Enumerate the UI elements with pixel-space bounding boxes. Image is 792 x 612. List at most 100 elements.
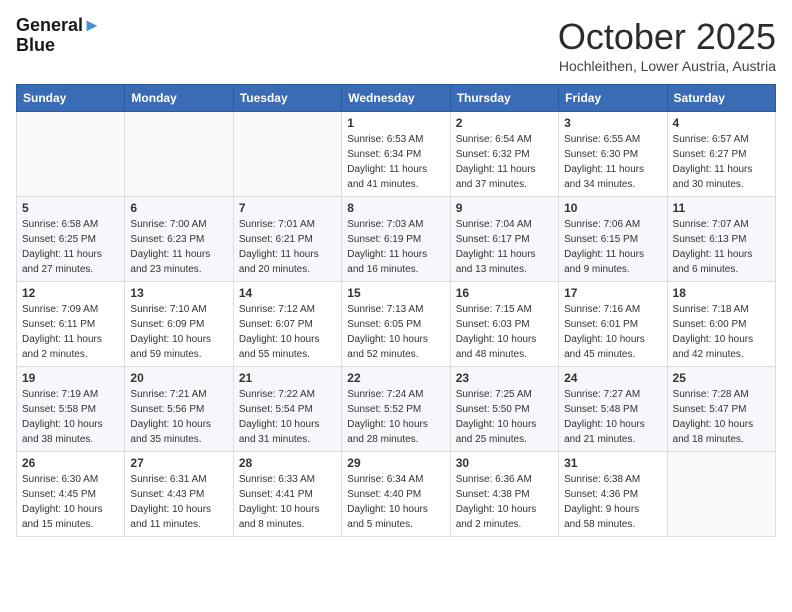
day-number: 21 — [239, 371, 336, 385]
calendar-cell: 20Sunrise: 7:21 AMSunset: 5:56 PMDayligh… — [125, 367, 233, 452]
day-number: 22 — [347, 371, 444, 385]
weekday-header-friday: Friday — [559, 85, 667, 112]
day-info: Sunrise: 6:31 AMSunset: 4:43 PMDaylight:… — [130, 472, 227, 532]
logo: General►Blue — [16, 16, 101, 56]
weekday-header-wednesday: Wednesday — [342, 85, 450, 112]
calendar-cell: 4 Sunrise: 6:57 AMSunset: 6:27 PMDaylight… — [667, 112, 775, 197]
weekday-header-monday: Monday — [125, 85, 233, 112]
day-info: Sunrise: 7:01 AMSunset: 6:21 PMDaylight:… — [239, 217, 336, 277]
day-number: 10 — [564, 201, 661, 215]
day-info: Sunrise: 7:16 AMSunset: 6:01 PMDaylight:… — [564, 302, 661, 362]
day-info: Sunrise: 7:19 AMSunset: 5:58 PMDaylight:… — [22, 387, 119, 447]
day-info: Sunrise: 7:04 AMSunset: 6:17 PMDaylight:… — [456, 217, 553, 277]
day-number: 1 — [347, 116, 444, 130]
calendar-cell: 12 Sunrise: 7:09 AMSunset: 6:11 PMDayligh… — [17, 282, 125, 367]
day-info: Sunrise: 6:57 AMSunset: 6:27 PMDaylight:… — [673, 132, 770, 192]
calendar-cell: 25 Sunrise: 7:28 AMSunset: 5:47 PMDayligh… — [667, 367, 775, 452]
day-info: Sunrise: 6:54 AMSunset: 6:32 PMDaylight:… — [456, 132, 553, 192]
day-number: 14 — [239, 286, 336, 300]
calendar-cell — [233, 112, 341, 197]
calendar-cell: 31 Sunrise: 6:38 AMSunset: 4:36 PMDayligh… — [559, 452, 667, 537]
calendar-cell: 17 Sunrise: 7:16 AMSunset: 6:01 PMDayligh… — [559, 282, 667, 367]
month-title: October 2025 — [558, 16, 776, 58]
calendar-cell: 2 Sunrise: 6:54 AMSunset: 6:32 PMDaylight… — [450, 112, 558, 197]
week-row-1: 1Sunrise: 6:53 AMSunset: 6:34 PMDaylight… — [17, 112, 776, 197]
day-info: Sunrise: 7:10 AMSunset: 6:09 PMDaylight:… — [130, 302, 227, 362]
day-number: 6 — [130, 201, 227, 215]
day-info: Sunrise: 7:27 AMSunset: 5:48 PMDaylight:… — [564, 387, 661, 447]
logo-text: General►Blue — [16, 16, 101, 56]
day-number: 27 — [130, 456, 227, 470]
day-number: 5 — [22, 201, 119, 215]
weekday-header-row: SundayMondayTuesdayWednesdayThursdayFrid… — [17, 85, 776, 112]
day-number: 28 — [239, 456, 336, 470]
week-row-3: 12 Sunrise: 7:09 AMSunset: 6:11 PMDayligh… — [17, 282, 776, 367]
day-number: 2 — [456, 116, 553, 130]
day-info: Sunrise: 7:15 AMSunset: 6:03 PMDaylight:… — [456, 302, 553, 362]
calendar-cell: 28 Sunrise: 6:33 AMSunset: 4:41 PMDayligh… — [233, 452, 341, 537]
calendar-cell: 29Sunrise: 6:34 AMSunset: 4:40 PMDayligh… — [342, 452, 450, 537]
calendar-cell: 16Sunrise: 7:15 AMSunset: 6:03 PMDayligh… — [450, 282, 558, 367]
calendar-cell: 9 Sunrise: 7:04 AMSunset: 6:17 PMDaylight… — [450, 197, 558, 282]
day-info: Sunrise: 7:03 AMSunset: 6:19 PMDaylight:… — [347, 217, 444, 277]
calendar-cell: 1Sunrise: 6:53 AMSunset: 6:34 PMDaylight… — [342, 112, 450, 197]
day-number: 19 — [22, 371, 119, 385]
calendar-cell: 3Sunrise: 6:55 AMSunset: 6:30 PMDaylight… — [559, 112, 667, 197]
calendar-cell — [125, 112, 233, 197]
day-number: 8 — [347, 201, 444, 215]
location-subtitle: Hochleithen, Lower Austria, Austria — [558, 58, 776, 74]
calendar-cell: 5 Sunrise: 6:58 AMSunset: 6:25 PMDaylight… — [17, 197, 125, 282]
day-number: 25 — [673, 371, 770, 385]
week-row-5: 26Sunrise: 6:30 AMSunset: 4:45 PMDayligh… — [17, 452, 776, 537]
title-block: October 2025 Hochleithen, Lower Austria,… — [558, 16, 776, 74]
day-info: Sunrise: 7:25 AMSunset: 5:50 PMDaylight:… — [456, 387, 553, 447]
week-row-4: 19 Sunrise: 7:19 AMSunset: 5:58 PMDayligh… — [17, 367, 776, 452]
calendar-cell: 10 Sunrise: 7:06 AMSunset: 6:15 PMDayligh… — [559, 197, 667, 282]
calendar-cell: 11Sunrise: 7:07 AMSunset: 6:13 PMDayligh… — [667, 197, 775, 282]
day-info: Sunrise: 6:34 AMSunset: 4:40 PMDaylight:… — [347, 472, 444, 532]
week-row-2: 5 Sunrise: 6:58 AMSunset: 6:25 PMDaylight… — [17, 197, 776, 282]
day-info: Sunrise: 7:28 AMSunset: 5:47 PMDaylight:… — [673, 387, 770, 447]
calendar-cell: 18Sunrise: 7:18 AMSunset: 6:00 PMDayligh… — [667, 282, 775, 367]
calendar-cell — [17, 112, 125, 197]
day-info: Sunrise: 7:00 AMSunset: 6:23 PMDaylight:… — [130, 217, 227, 277]
day-number: 15 — [347, 286, 444, 300]
day-number: 24 — [564, 371, 661, 385]
day-info: Sunrise: 7:06 AMSunset: 6:15 PMDaylight:… — [564, 217, 661, 277]
day-info: Sunrise: 6:33 AMSunset: 4:41 PMDaylight:… — [239, 472, 336, 532]
day-number: 12 — [22, 286, 119, 300]
day-info: Sunrise: 7:24 AMSunset: 5:52 PMDaylight:… — [347, 387, 444, 447]
weekday-header-tuesday: Tuesday — [233, 85, 341, 112]
calendar-cell: 21 Sunrise: 7:22 AMSunset: 5:54 PMDayligh… — [233, 367, 341, 452]
calendar-cell: 26Sunrise: 6:30 AMSunset: 4:45 PMDayligh… — [17, 452, 125, 537]
calendar-cell: 24 Sunrise: 7:27 AMSunset: 5:48 PMDayligh… — [559, 367, 667, 452]
day-number: 30 — [456, 456, 553, 470]
calendar-cell: 14 Sunrise: 7:12 AMSunset: 6:07 PMDayligh… — [233, 282, 341, 367]
day-info: Sunrise: 7:12 AMSunset: 6:07 PMDaylight:… — [239, 302, 336, 362]
calendar-cell: 19 Sunrise: 7:19 AMSunset: 5:58 PMDayligh… — [17, 367, 125, 452]
day-info: Sunrise: 6:38 AMSunset: 4:36 PMDaylight:… — [564, 472, 661, 532]
day-info: Sunrise: 7:09 AMSunset: 6:11 PMDaylight:… — [22, 302, 119, 362]
day-number: 7 — [239, 201, 336, 215]
day-number: 17 — [564, 286, 661, 300]
day-number: 11 — [673, 201, 770, 215]
calendar-cell: 23 Sunrise: 7:25 AMSunset: 5:50 PMDayligh… — [450, 367, 558, 452]
day-number: 4 — [673, 116, 770, 130]
day-info: Sunrise: 7:13 AMSunset: 6:05 PMDaylight:… — [347, 302, 444, 362]
day-number: 9 — [456, 201, 553, 215]
day-number: 31 — [564, 456, 661, 470]
day-info: Sunrise: 6:58 AMSunset: 6:25 PMDaylight:… — [22, 217, 119, 277]
day-info: Sunrise: 6:30 AMSunset: 4:45 PMDaylight:… — [22, 472, 119, 532]
page-header: General►Blue October 2025 Hochleithen, L… — [16, 16, 776, 74]
day-number: 23 — [456, 371, 553, 385]
day-info: Sunrise: 7:21 AMSunset: 5:56 PMDaylight:… — [130, 387, 227, 447]
weekday-header-thursday: Thursday — [450, 85, 558, 112]
calendar-cell: 30Sunrise: 6:36 AMSunset: 4:38 PMDayligh… — [450, 452, 558, 537]
day-info: Sunrise: 7:22 AMSunset: 5:54 PMDaylight:… — [239, 387, 336, 447]
calendar-cell: 6 Sunrise: 7:00 AMSunset: 6:23 PMDaylight… — [125, 197, 233, 282]
calendar-cell: 7 Sunrise: 7:01 AMSunset: 6:21 PMDaylight… — [233, 197, 341, 282]
day-number: 18 — [673, 286, 770, 300]
day-info: Sunrise: 6:55 AMSunset: 6:30 PMDaylight:… — [564, 132, 661, 192]
day-number: 13 — [130, 286, 227, 300]
calendar-cell — [667, 452, 775, 537]
